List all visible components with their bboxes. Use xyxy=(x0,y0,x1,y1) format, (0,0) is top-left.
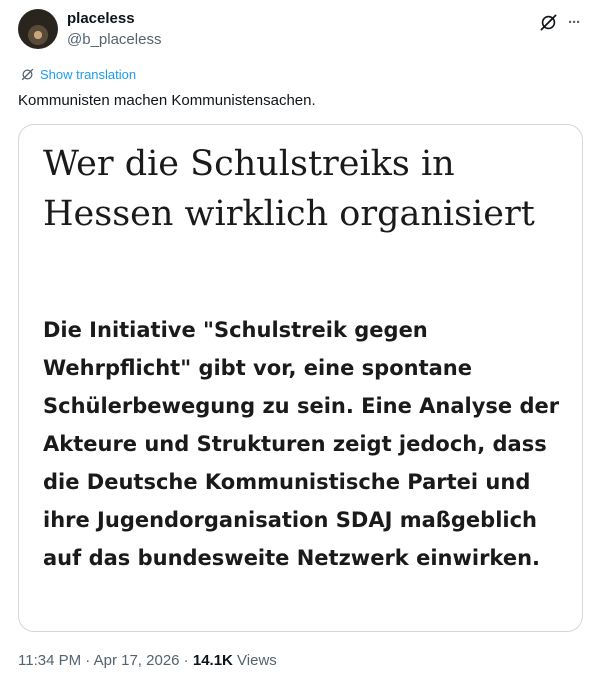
author-name[interactable]: placeless xyxy=(67,10,135,27)
tweet-date[interactable]: Apr 17, 2026 xyxy=(94,652,180,669)
more-button[interactable]: ··· xyxy=(563,11,585,33)
show-translation-label: Show translation xyxy=(40,67,137,82)
media-card[interactable]: Wer die Schulstreiks in Hessen wirklich … xyxy=(18,124,583,632)
views-label: Views xyxy=(232,652,277,669)
grok-button[interactable] xyxy=(537,11,559,33)
media-headline: Wer die Schulstreiks in Hessen wirklich … xyxy=(43,144,535,234)
avatar[interactable] xyxy=(18,9,58,49)
meta-separator: · xyxy=(179,652,193,669)
tweet-meta: 11:34 PM · Apr 17, 2026 · 14.1K Views xyxy=(18,652,277,669)
translate-icon xyxy=(21,68,34,81)
views-count: 14.1K xyxy=(192,652,233,669)
tweet-text: Kommunisten machen Kommunistensachen. xyxy=(18,92,316,109)
more-icon: ··· xyxy=(568,13,581,31)
meta-separator: · xyxy=(81,652,94,669)
tweet-time[interactable]: 11:34 PM xyxy=(18,652,81,669)
show-translation-link[interactable]: Show translation xyxy=(20,67,136,82)
author-handle[interactable]: @b_placeless xyxy=(67,31,161,48)
grok-icon xyxy=(540,14,556,30)
media-summary: Die Initiative "Schulstreik gegen Wehrpf… xyxy=(43,318,560,570)
